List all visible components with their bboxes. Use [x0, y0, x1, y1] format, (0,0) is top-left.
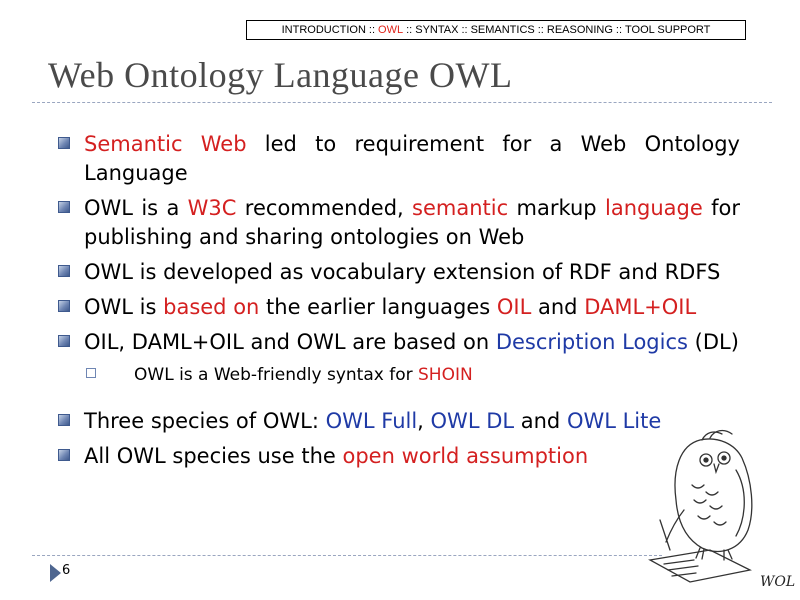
nav-separator: ::: [368, 24, 376, 36]
page-number: 6: [62, 563, 71, 578]
bullet-text: (DL): [687, 330, 739, 354]
bullet-text: Three species of OWL:: [84, 409, 326, 433]
highlighted-term: based on: [163, 295, 260, 319]
nav-item-owl[interactable]: OWL: [378, 24, 403, 36]
bullet-square-icon: [58, 265, 70, 277]
bullet-text: ,: [417, 409, 431, 433]
highlighted-term: Description Logics: [495, 330, 688, 354]
bullet-square-icon: [58, 201, 70, 213]
title-divider: [32, 102, 772, 103]
owl-illustration-icon: WOL: [648, 429, 795, 590]
bullet-text: and: [531, 295, 585, 319]
bullet-text: OWL is developed as vocabulary extension…: [84, 260, 721, 284]
bullet-item: OIL, DAML+OIL and OWL are based on Descr…: [56, 328, 740, 357]
bullet-item: Three species of OWL: OWL Full, OWL DL a…: [56, 407, 740, 436]
highlighted-term: OIL: [496, 295, 532, 319]
highlighted-term: OWL DL: [430, 409, 515, 433]
bullet-item: OWL is a W3C recommended, semantic marku…: [56, 194, 740, 252]
sub-bullet-square-icon: [86, 368, 96, 378]
owl-caption: WOL: [760, 574, 795, 590]
bullet-item: All OWL species use the open world assum…: [56, 442, 740, 471]
bullet-text: OWL is a: [84, 196, 188, 220]
bullet-text: and: [514, 409, 567, 433]
bullet-item: OWL is developed as vocabulary extension…: [56, 258, 740, 287]
highlighted-term: SHOIN: [418, 365, 473, 385]
bullet-text: OWL is: [84, 295, 164, 319]
highlighted-term: W3C: [187, 196, 237, 220]
highlighted-term: Semantic Web: [84, 132, 247, 156]
bullet-text: OWL is a Web-friendly syntax for: [134, 365, 418, 385]
highlighted-term: language: [604, 196, 703, 220]
nav-item-tool-support[interactable]: TOOL SUPPORT: [625, 24, 710, 36]
bullet-square-icon: [58, 137, 70, 149]
bullet-text: markup: [508, 196, 605, 220]
nav-bar: INTRODUCTION:: OWL:: SYNTAX:: SEMANTICS:: RE…: [246, 20, 746, 40]
nav-separator: ::: [537, 24, 544, 36]
nav-separator: ::: [406, 24, 413, 36]
bullet-text: the earlier languages: [259, 295, 497, 319]
bullet-square-icon: [58, 414, 70, 426]
highlighted-term: open world assumption: [342, 444, 589, 468]
nav-separator: ::: [615, 24, 623, 36]
nav-item-semantics[interactable]: SEMANTICS: [471, 24, 535, 36]
highlighted-term: semantic: [412, 196, 509, 220]
footer-arrow-icon: [50, 564, 61, 582]
bullet-item: Semantic Web led to requirement for a We…: [56, 130, 740, 188]
highlighted-term: OWL Full: [325, 409, 418, 433]
nav-item-reasoning[interactable]: REASONING: [547, 24, 613, 36]
bullet-square-icon: [58, 449, 70, 461]
bullet-text: All OWL species use the: [84, 444, 343, 468]
bullet-text: recommended,: [236, 196, 413, 220]
nav-separator: ::: [461, 24, 468, 36]
highlighted-term: DAML+OIL: [584, 295, 697, 319]
bullet-square-icon: [58, 300, 70, 312]
slide-content: Semantic Web led to requirement for a We…: [56, 130, 740, 477]
sub-bullet-item: OWL is a Web-friendly syntax for SHOIN: [84, 363, 740, 387]
footer-divider: [32, 555, 662, 556]
bullet-item: OWL is based on the earlier languages OI…: [56, 293, 740, 322]
nav-item-introduction[interactable]: INTRODUCTION: [282, 24, 366, 36]
nav-item-syntax[interactable]: SYNTAX: [415, 24, 458, 36]
slide-title: Web Ontology Language OWL: [48, 55, 513, 95]
bullet-text: OIL, DAML+OIL and OWL are based on: [84, 330, 496, 354]
bullet-square-icon: [58, 335, 70, 347]
